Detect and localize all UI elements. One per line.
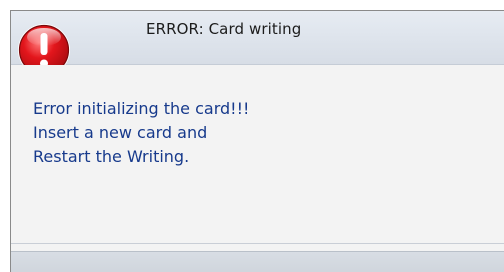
title-bar[interactable]: ERROR: Card writing	[11, 11, 504, 65]
message-line-3: Restart the Writing.	[33, 147, 190, 166]
message-line-2: Insert a new card and	[33, 123, 208, 142]
footer-divider	[11, 243, 504, 244]
error-dialog: ERROR: Card writing Error initializing t…	[10, 10, 504, 272]
dialog-body: Error initializing the card!!! Insert a …	[11, 65, 504, 250]
dialog-footer	[11, 251, 504, 272]
error-message: Error initializing the card!!! Insert a …	[33, 97, 249, 169]
dialog-title: ERROR: Card writing	[146, 20, 302, 38]
message-line-1: Error initializing the card!!!	[33, 99, 250, 118]
